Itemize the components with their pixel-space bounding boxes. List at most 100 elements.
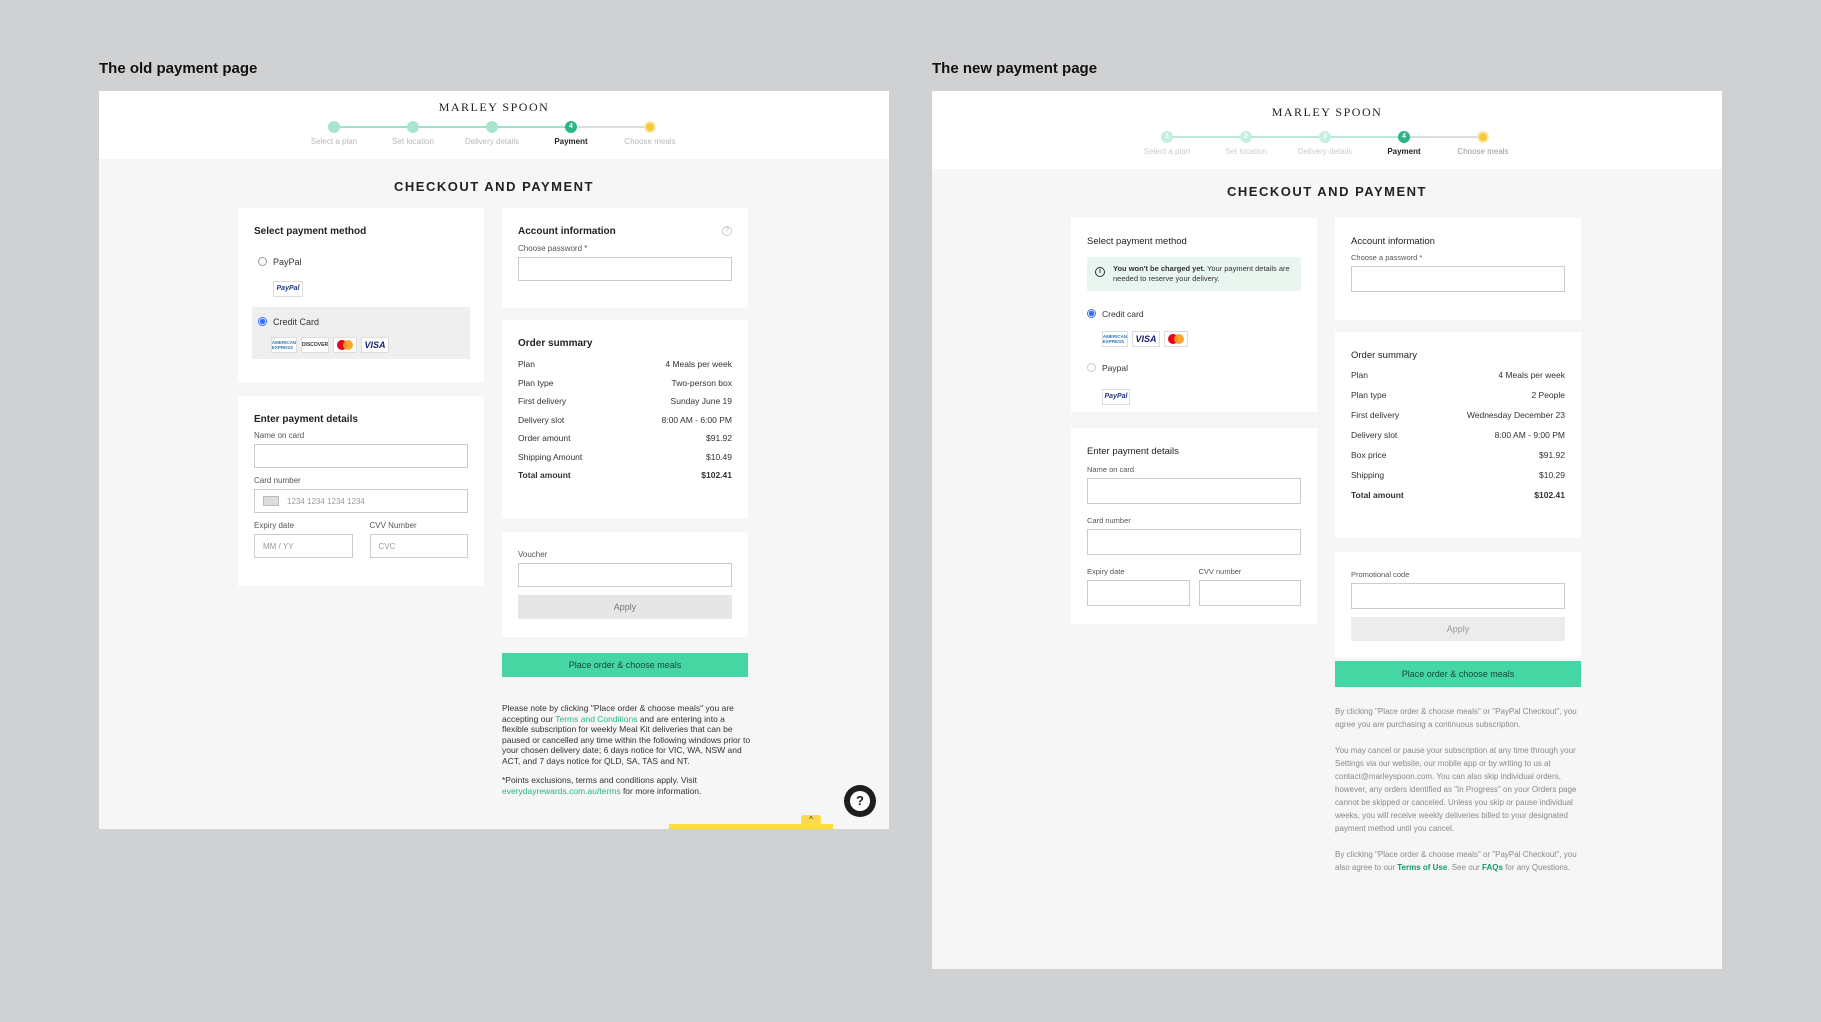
old-name-input[interactable] (254, 444, 468, 468)
visa-logo-icon: VISA (361, 336, 389, 353)
old-card-number-input[interactable]: 1234 1234 1234 1234 (254, 489, 468, 513)
new-step-label: Delivery details (1297, 147, 1353, 156)
new-cvv-input[interactable] (1198, 580, 1301, 606)
old-step-dot (407, 121, 419, 133)
old-paypal-radio[interactable] (258, 257, 267, 267)
amex-logo-icon: AMERICAN EXPRESS (1102, 331, 1128, 347)
new-legal-paragraph-1: By clicking "Place order & choose meals"… (1335, 707, 1577, 729)
chevron-up-icon[interactable]: ^ (801, 815, 821, 825)
old-password-input[interactable] (518, 257, 732, 281)
old-summary-row: Plan 4 Meals per week (518, 359, 732, 370)
new-promo-input[interactable] (1351, 583, 1565, 609)
visa-logo-icon: VISA (1132, 331, 1160, 347)
old-summary-row: Shipping Amount $10.49 (518, 451, 732, 462)
question-mark-icon: ? (850, 791, 870, 811)
old-order-summary-title: Order summary (518, 338, 593, 349)
old-step-delivery-details[interactable]: Delivery details (452, 121, 532, 146)
old-legal-text: Please note by clicking "Place order & c… (502, 703, 752, 796)
old-cvv-input[interactable]: CVC (369, 534, 468, 558)
new-name-input[interactable] (1087, 478, 1301, 504)
new-step-dot: 4 (1398, 131, 1410, 143)
chat-help-button[interactable]: ? (844, 785, 876, 817)
new-promo-card: Promotional code Apply (1335, 552, 1581, 658)
new-step-delivery-details[interactable]: 3 Delivery details (1285, 131, 1365, 156)
new-paypal-option[interactable]: Paypal PayPal (1087, 359, 1301, 405)
new-page-heading: CHECKOUT AND PAYMENT (1227, 184, 1427, 199)
new-summary-total-row: Total amount $102.41 (1351, 490, 1565, 500)
old-credit-card-radio[interactable] (258, 316, 267, 326)
new-legal-paragraph-3: By clicking "Place order & choose meals"… (1335, 850, 1577, 872)
new-password-label: Choose a password * (1351, 253, 1423, 262)
new-charge-info-banner: i You won't be charged yet. Your payment… (1087, 257, 1301, 291)
mastercard-logo-icon (1164, 331, 1188, 347)
old-card-number-placeholder: 1234 1234 1234 1234 (287, 496, 365, 506)
old-step-dot (644, 121, 656, 133)
new-apply-button[interactable]: Apply (1351, 617, 1565, 641)
old-expiry-input[interactable]: MM / YY (254, 534, 353, 558)
new-paypal-radio[interactable] (1087, 363, 1096, 373)
new-progress-steps: 1 Select a plan 2 Set location 3 Delivery d… (1137, 131, 1517, 161)
old-summary-row: First delivery Sunday June 19 (518, 396, 732, 407)
new-brand-logo: MARLEY SPOON (1271, 105, 1383, 119)
old-step-set-location[interactable]: Set location (373, 121, 453, 146)
old-order-summary-card: Order summary Plan 4 Meals per week Plan … (502, 320, 748, 518)
old-card-number-label: Card number (254, 476, 301, 485)
old-step-dot: 4 (565, 121, 577, 133)
old-step-choose-meals: Choose meals (610, 121, 690, 146)
old-payment-method-card: Select payment method PayPal PayPal Cred… (238, 208, 484, 382)
new-payment-method-title: Select payment method (1087, 236, 1187, 247)
new-charge-info-text: You won't be charged yet. Your payment d… (1113, 264, 1290, 283)
new-expiry-label: Expiry date (1087, 567, 1125, 576)
new-step-select-plan[interactable]: 1 Select a plan (1127, 131, 1207, 156)
new-order-summary-title: Order summary (1351, 350, 1417, 361)
new-summary-row: Plan 4 Meals per week (1351, 370, 1565, 380)
old-credit-card-option[interactable]: Credit Card AMERICAN EXPRESS DISCOVER VI… (252, 306, 470, 359)
new-place-order-button[interactable]: Place order & choose meals (1335, 661, 1581, 687)
old-payment-page: MARLEY SPOON Select a plan Set location … (99, 91, 889, 829)
new-expiry-input[interactable] (1087, 580, 1190, 606)
old-panel-title: The old payment page (99, 60, 258, 77)
new-credit-card-option[interactable]: Credit card AMERICAN EXPRESS VISA (1087, 305, 1301, 347)
new-account-card: Account information Choose a password * (1335, 218, 1581, 320)
old-rewards-link[interactable]: everydayrewards.com.au/terms (502, 786, 621, 796)
new-name-label: Name on card (1087, 465, 1135, 474)
new-faqs-link[interactable]: FAQs (1482, 863, 1503, 872)
old-place-order-button[interactable]: Place order & choose meals (502, 653, 748, 677)
old-step-dot (486, 121, 498, 133)
old-terms-link[interactable]: Terms and Conditions (555, 714, 637, 724)
new-step-dot (1477, 131, 1489, 143)
new-legal-paragraph-2: You may cancel or pause your subscriptio… (1335, 746, 1577, 833)
paypal-logo-icon: PayPal (273, 280, 303, 297)
old-account-title: Account information (518, 226, 616, 237)
old-page-heading: CHECKOUT AND PAYMENT (394, 179, 594, 194)
new-payment-page: MARLEY SPOON 1 Select a plan 2 Set locatio… (932, 91, 1722, 969)
old-voucher-input[interactable] (518, 563, 732, 587)
old-summary-total-row: Total amount $102.41 (518, 470, 732, 481)
old-legal-paragraph-2: *Points exclusions, terms and conditions… (502, 775, 702, 796)
old-step-label: Choose meals (624, 137, 676, 146)
new-order-summary-card: Order summary Plan 4 Meals per week Plan … (1335, 332, 1581, 538)
new-credit-card-label: Credit card (1102, 308, 1144, 319)
new-step-label: Set location (1225, 147, 1267, 156)
old-apply-button[interactable]: Apply (518, 595, 732, 619)
old-step-select-plan[interactable]: Select a plan (294, 121, 374, 146)
new-promo-label: Promotional code (1351, 570, 1410, 579)
old-payment-method-title: Select payment method (254, 226, 367, 237)
help-icon[interactable]: ? (722, 226, 732, 236)
new-step-set-location[interactable]: 2 Set location (1206, 131, 1286, 156)
new-account-title: Account information (1351, 236, 1435, 247)
mastercard-logo-icon (333, 336, 357, 353)
new-step-label: Choose meals (1457, 147, 1509, 156)
new-password-input[interactable] (1351, 266, 1565, 292)
new-summary-row: Plan type 2 People (1351, 390, 1565, 400)
new-card-number-input[interactable] (1087, 529, 1301, 555)
new-step-payment: 4 Payment (1364, 131, 1444, 156)
old-payment-details-card: Enter payment details Name on card Card … (238, 396, 484, 586)
new-terms-link[interactable]: Terms of Use (1397, 863, 1447, 872)
old-voucher-label: Voucher (518, 550, 548, 559)
old-account-card: Account information ? Choose password * (502, 208, 748, 308)
old-step-label: Select a plan (310, 137, 358, 146)
old-step-dot (328, 121, 340, 133)
old-paypal-option[interactable]: PayPal PayPal (254, 253, 468, 297)
new-credit-card-radio[interactable] (1087, 309, 1096, 319)
